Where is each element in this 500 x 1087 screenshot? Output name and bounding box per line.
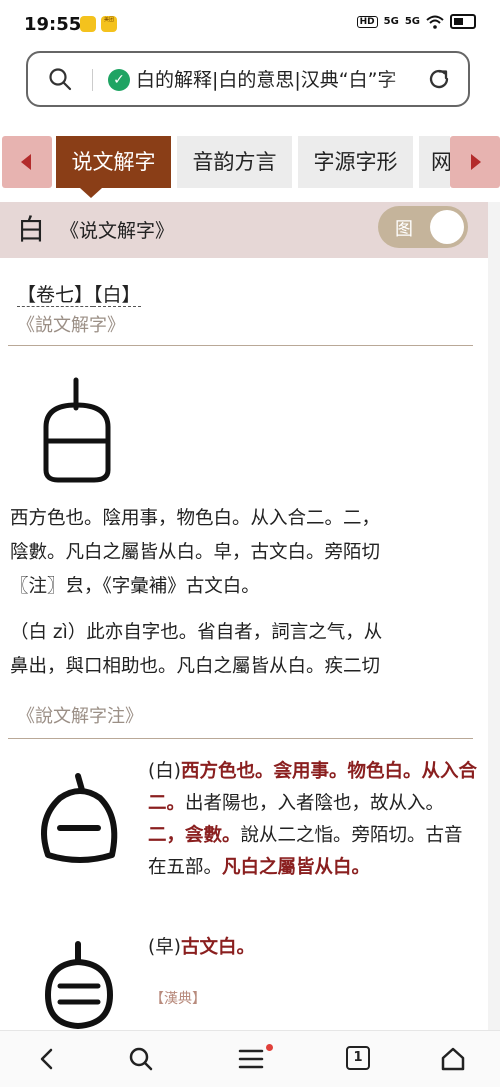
annotation-quote: 古文白。 <box>180 937 255 958</box>
annotation-quote: 凡白之屬皆从白。 <box>222 857 371 878</box>
notification-dot <box>266 1044 273 1051</box>
battery-icon <box>450 14 476 29</box>
shield-check-icon[interactable]: ✓ <box>108 69 130 91</box>
paragraph-line: 鼻出，與口相助也。凡白之屬皆从白。疾二切 <box>10 656 381 677</box>
search-nav-icon[interactable] <box>128 1046 154 1072</box>
active-tab-pointer <box>80 188 102 198</box>
tab-ziyuan[interactable]: 字源字形 <box>298 136 413 188</box>
tab-next-button[interactable] <box>450 136 500 188</box>
seal-script-glyph <box>43 377 111 483</box>
annotation-quote: 二，侌數。 <box>148 825 241 846</box>
status-bar: 19:55 美团 HD 5G 5G <box>0 0 500 46</box>
home-icon[interactable] <box>440 1046 466 1072</box>
header-book-title: 《说文解字》 <box>60 220 175 242</box>
shuowen-paragraph-1: 西方色也。陰用事，物色白。从入合二。二， 陰數。凡白之屬皆从白。皁，古文白。旁陌… <box>10 502 472 604</box>
section-header: 白 《说文解字》 图 <box>0 202 488 258</box>
tab-yinyun[interactable]: 音韵方言 <box>177 136 292 188</box>
chevron-left-icon <box>21 154 31 170</box>
tab-prev-button[interactable] <box>2 136 52 188</box>
annotation-prefix: (白) <box>148 761 181 782</box>
image-toggle-label: 图 <box>395 219 413 240</box>
app-badge-icon: 美团 <box>101 16 117 32</box>
source-shuowen-zhu: 《說文解字注》 <box>17 706 143 727</box>
hd-indicator: HD <box>356 15 378 28</box>
annotation-prefix: (皁) <box>148 937 181 958</box>
paragraph-line: 〖注〗㿝，《字彙補》古文白。 <box>10 576 260 597</box>
search-icon[interactable] <box>48 67 72 91</box>
bottom-navigation: 1 <box>0 1030 500 1087</box>
tab-more[interactable]: 网 <box>419 136 450 188</box>
shuowen-paragraph-2: （白 zì）此亦自字也。省自者，詞言之气，从 鼻出，與口相助也。凡白之屬皆从白。… <box>10 616 472 684</box>
address-divider <box>92 69 93 91</box>
volume-number[interactable]: 【卷七】 <box>17 284 94 307</box>
paragraph-line: （白 zì）此亦自字也。省自者，詞言之气，从 <box>10 622 383 643</box>
volume-label: 【卷七】【白】 <box>17 280 141 307</box>
annotation-comment: 出者陽也，入者陰也，故从入。 <box>185 793 445 814</box>
section-divider <box>8 738 473 739</box>
url-text[interactable]: 白的解释|白的意思|汉典“白”字 <box>136 65 426 92</box>
status-indicators: HD 5G 5G <box>356 14 476 29</box>
tabs-count-icon[interactable]: 1 <box>346 1046 370 1070</box>
handian-label[interactable]: 【漢典】 <box>150 988 206 1008</box>
seal-script-glyph-3 <box>44 941 114 1030</box>
chevron-right-icon <box>471 154 481 170</box>
reload-icon[interactable] <box>426 66 452 92</box>
duan-annotation-2: (皁)古文白。 <box>148 932 478 964</box>
header-char: 白 <box>17 213 46 246</box>
volume-char[interactable]: 【白】 <box>93 284 141 307</box>
address-bar[interactable]: ✓ 白的解释|白的意思|汉典“白”字 <box>26 51 470 107</box>
wifi-icon <box>426 15 444 29</box>
tab-shuowen[interactable]: 说文解字 <box>56 136 171 188</box>
seal-script-glyph-2 <box>41 773 118 863</box>
toggle-knob <box>430 210 464 244</box>
section-divider <box>8 345 473 346</box>
duan-annotation-1: (白)西方色也。侌用事。物色白。从入合二。出者陽也，入者陰也，故从入。二，侌數。… <box>148 756 478 884</box>
menu-icon[interactable] <box>238 1046 264 1072</box>
signal-5g-2: 5G <box>404 16 420 27</box>
scrollbar[interactable] <box>488 202 500 1030</box>
paragraph-line: 西方色也。陰用事，物色白。从入合二。二， <box>10 508 381 529</box>
status-time: 19:55 <box>24 14 82 35</box>
back-icon[interactable] <box>34 1046 60 1072</box>
source-shuowen: 《説文解字》 <box>17 315 125 336</box>
paragraph-line: 陰數。凡白之屬皆从白。皁，古文白。旁陌切 <box>10 542 381 563</box>
image-toggle[interactable]: 图 <box>378 206 468 248</box>
signal-5g-1: 5G <box>383 16 399 27</box>
dictionary-tabs: 说文解字 音韵方言 字源字形 网 <box>0 131 500 201</box>
app-notification-icon <box>80 16 96 32</box>
